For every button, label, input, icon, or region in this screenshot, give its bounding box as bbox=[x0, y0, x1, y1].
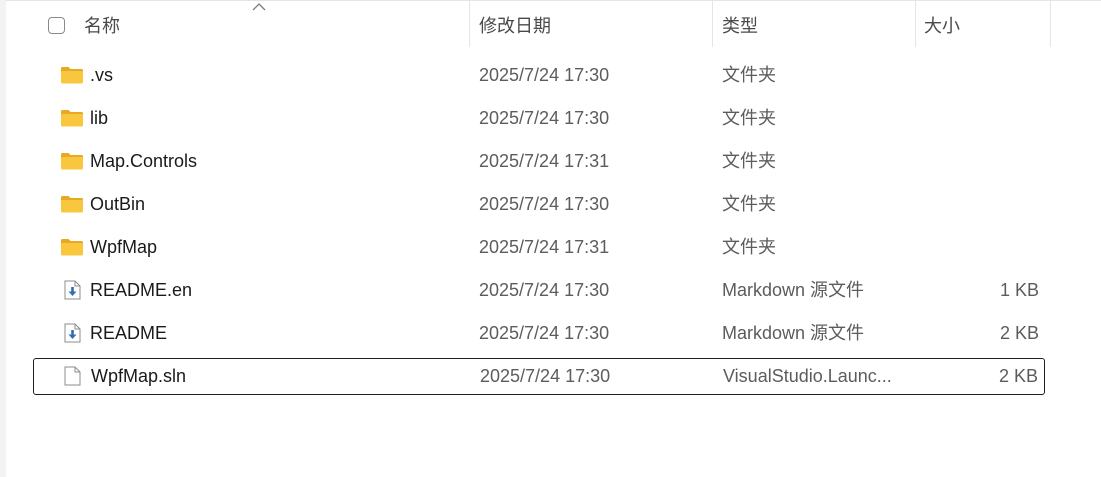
file-size: 2 KB bbox=[998, 366, 1038, 386]
chevron-up-icon[interactable] bbox=[252, 2, 266, 12]
folder-icon bbox=[60, 237, 84, 257]
file-date: 2025/7/24 17:30 bbox=[479, 65, 610, 85]
file-name: README bbox=[90, 323, 168, 343]
file-icon bbox=[60, 366, 84, 386]
file-type: Markdown 源文件 bbox=[722, 280, 865, 300]
file-date: 2025/7/24 17:30 bbox=[480, 366, 611, 386]
file-row[interactable]: lib 2025/7/24 17:30 文件夹 bbox=[33, 100, 1045, 137]
file-type: 文件夹 bbox=[722, 65, 776, 85]
column-header: 名称 修改日期 类型 大小 bbox=[6, 1, 1101, 47]
file-type: 文件夹 bbox=[722, 237, 776, 257]
column-separator[interactable] bbox=[712, 1, 713, 47]
folder-icon bbox=[60, 194, 84, 214]
file-name: WpfMap bbox=[90, 237, 158, 257]
file-date: 2025/7/24 17:31 bbox=[479, 151, 610, 171]
left-edge-strip bbox=[0, 0, 6, 477]
file-row[interactable]: README.en 2025/7/24 17:30 Markdown 源文件 1 KB bbox=[33, 272, 1045, 309]
column-name-header[interactable]: 名称 bbox=[84, 1, 120, 47]
file-row[interactable]: WpfMap 2025/7/24 17:31 文件夹 bbox=[33, 229, 1045, 266]
column-separator[interactable] bbox=[469, 1, 470, 47]
file-name: Map.Controls bbox=[90, 151, 198, 171]
column-separator[interactable] bbox=[915, 1, 916, 47]
file-date: 2025/7/24 17:30 bbox=[479, 108, 610, 128]
folder-icon bbox=[60, 151, 84, 171]
file-name: OutBin bbox=[90, 194, 146, 214]
file-date: 2025/7/24 17:31 bbox=[479, 237, 610, 257]
file-type: VisualStudio.Launc... bbox=[723, 366, 892, 386]
file-date: 2025/7/24 17:30 bbox=[479, 194, 610, 214]
file-date: 2025/7/24 17:30 bbox=[479, 323, 610, 343]
file-size: 2 KB bbox=[999, 323, 1039, 343]
column-type-header[interactable]: 类型 bbox=[722, 1, 758, 47]
file-row[interactable]: WpfMap.sln 2025/7/24 17:30 VisualStudio.La… bbox=[33, 358, 1045, 395]
folder-icon bbox=[60, 65, 84, 85]
file-name: README.en bbox=[90, 280, 193, 300]
folder-icon bbox=[60, 108, 84, 128]
select-all-checkbox[interactable] bbox=[48, 17, 65, 34]
file-size: 1 KB bbox=[999, 280, 1039, 300]
file-type: 文件夹 bbox=[722, 194, 776, 214]
file-name: WpfMap.sln bbox=[91, 366, 187, 386]
file-type: 文件夹 bbox=[722, 108, 776, 128]
file-date: 2025/7/24 17:30 bbox=[479, 280, 610, 300]
file-type: Markdown 源文件 bbox=[722, 323, 865, 343]
markdown-file-icon bbox=[60, 323, 84, 343]
column-size-header[interactable]: 大小 bbox=[924, 1, 960, 47]
file-name: .vs bbox=[90, 65, 114, 85]
column-separator[interactable] bbox=[1050, 1, 1051, 47]
file-type: 文件夹 bbox=[722, 151, 776, 171]
markdown-file-icon bbox=[60, 280, 84, 300]
column-date-header[interactable]: 修改日期 bbox=[479, 1, 551, 47]
file-row[interactable]: README 2025/7/24 17:30 Markdown 源文件 2 KB bbox=[33, 315, 1045, 352]
file-row[interactable]: OutBin 2025/7/24 17:30 文件夹 bbox=[33, 186, 1045, 223]
file-row[interactable]: .vs 2025/7/24 17:30 文件夹 bbox=[33, 57, 1045, 94]
file-row[interactable]: Map.Controls 2025/7/24 17:31 文件夹 bbox=[33, 143, 1045, 180]
file-name: lib bbox=[90, 108, 109, 128]
